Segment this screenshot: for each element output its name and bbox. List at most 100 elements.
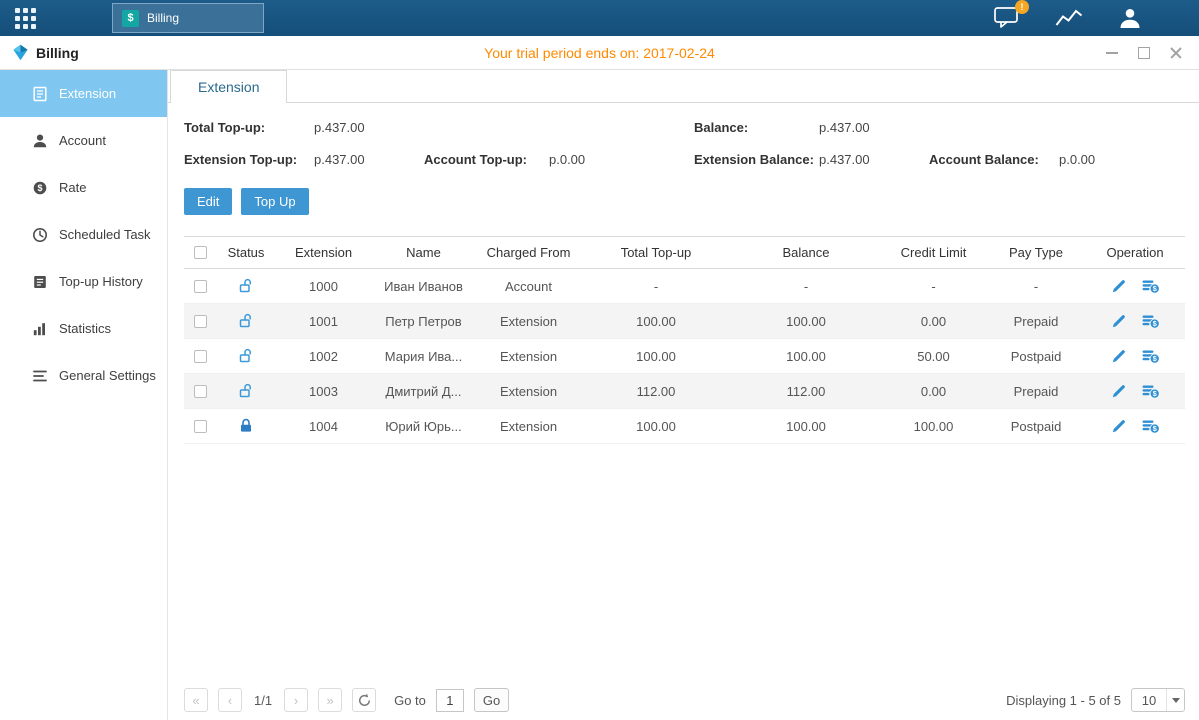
balance-cell: 100.00 — [731, 419, 881, 434]
topup-coins-icon[interactable]: $ — [1142, 279, 1160, 294]
credit-limit-cell: - — [881, 279, 986, 294]
header-operation: Operation — [1086, 245, 1184, 260]
sidebar-item-scheduled-task[interactable]: Scheduled Task — [0, 211, 167, 258]
maximize-icon[interactable] — [1137, 46, 1151, 60]
tab-label: Extension — [198, 79, 259, 95]
action-buttons: Edit Top Up — [168, 188, 1199, 215]
charged-from-value: Account — [476, 279, 581, 294]
sidebar: Extension Account $ Rate Scheduled Task — [0, 70, 168, 720]
billing-diamond-icon — [12, 44, 29, 61]
table-header: Status Extension Name Charged From Total… — [184, 236, 1185, 269]
os-topbar: $ Billing ! — [0, 0, 1199, 36]
sidebar-item-label: General Settings — [59, 368, 156, 383]
edit-pencil-icon[interactable] — [1111, 349, 1126, 364]
table-row: 1002 Мария Ива... Extension 100.00 100.0… — [184, 339, 1185, 374]
total-topup-cell: 100.00 — [581, 349, 731, 364]
row-checkbox[interactable] — [194, 315, 207, 328]
extension-icon — [32, 86, 48, 102]
page-size-select[interactable]: 10 — [1131, 688, 1185, 712]
table-row: 1001 Петр Петров Extension 100.00 100.00… — [184, 304, 1185, 339]
sidebar-item-extension[interactable]: Extension — [0, 70, 167, 117]
refresh-icon[interactable] — [352, 688, 376, 712]
goto-label: Go to — [394, 693, 426, 708]
header-name: Name — [371, 245, 476, 260]
sidebar-item-general-settings[interactable]: General Settings — [0, 352, 167, 399]
general-settings-icon — [32, 368, 48, 384]
unlocked-padlock-icon[interactable] — [238, 348, 254, 364]
last-page-button[interactable]: » — [318, 688, 342, 712]
header-balance: Balance — [731, 245, 881, 260]
sidebar-item-label: Statistics — [59, 321, 111, 336]
statistics-icon — [32, 321, 48, 337]
row-checkbox[interactable] — [194, 385, 207, 398]
next-page-button[interactable]: › — [284, 688, 308, 712]
charged-from-value: Extension — [476, 384, 581, 399]
topup-coins-icon[interactable]: $ — [1142, 384, 1160, 399]
sidebar-item-label: Extension — [59, 86, 116, 101]
header-credit-limit: Credit Limit — [881, 245, 986, 260]
topup-history-icon — [32, 274, 48, 290]
credit-limit-cell: 50.00 — [881, 349, 986, 364]
extension-number: 1002 — [276, 349, 371, 364]
messages-icon[interactable]: ! — [994, 7, 1020, 29]
displaying-text: Displaying 1 - 5 of 5 — [1006, 693, 1121, 708]
trial-notice: Your trial period ends on: 2017-02-24 — [0, 45, 1199, 61]
account-icon — [32, 133, 48, 149]
balance-cell: 100.00 — [731, 349, 881, 364]
unlocked-padlock-icon[interactable] — [238, 278, 254, 294]
edit-pencil-icon[interactable] — [1111, 279, 1126, 294]
select-all-checkbox[interactable] — [194, 246, 207, 259]
extension-number: 1000 — [276, 279, 371, 294]
extension-balance-value: p.437.00 — [819, 152, 870, 167]
balance-cell: - — [731, 279, 881, 294]
total-topup-value: p.437.00 — [314, 120, 365, 135]
sidebar-item-label: Top-up History — [59, 274, 143, 289]
topup-coins-icon[interactable]: $ — [1142, 349, 1160, 364]
topup-coins-icon[interactable]: $ — [1142, 419, 1160, 434]
page-indicator: 1/1 — [252, 693, 274, 708]
pay-type-cell: - — [986, 279, 1086, 294]
window-controls — [1105, 46, 1199, 60]
scheduled-task-icon — [32, 227, 48, 243]
edit-pencil-icon[interactable] — [1111, 384, 1126, 399]
user-icon[interactable] — [1118, 7, 1142, 29]
go-button[interactable]: Go — [474, 688, 509, 712]
top-up-button[interactable]: Top Up — [241, 188, 308, 215]
pay-type-cell: Prepaid — [986, 314, 1086, 329]
extension-number: 1004 — [276, 419, 371, 434]
line-chart-icon[interactable] — [1055, 8, 1083, 28]
row-checkbox[interactable] — [194, 420, 207, 433]
row-checkbox[interactable] — [194, 350, 207, 363]
minimize-icon[interactable] — [1105, 46, 1119, 60]
pagination-bar: « ‹ 1/1 › » Go to Go Displaying 1 - 5 of… — [184, 688, 1185, 712]
row-checkbox[interactable] — [194, 280, 207, 293]
edit-button[interactable]: Edit — [184, 188, 232, 215]
account-balance-value: p.0.00 — [1059, 152, 1095, 167]
sidebar-item-account[interactable]: Account — [0, 117, 167, 164]
billing-dollar-icon: $ — [122, 10, 139, 27]
apps-grid-icon[interactable] — [15, 8, 36, 29]
edit-pencil-icon[interactable] — [1111, 314, 1126, 329]
prev-page-button[interactable]: ‹ — [218, 688, 242, 712]
topup-coins-icon[interactable]: $ — [1142, 314, 1160, 329]
sidebar-item-rate[interactable]: $ Rate — [0, 164, 167, 211]
extension-balance-label: Extension Balance: — [694, 152, 814, 167]
unlocked-padlock-icon[interactable] — [238, 383, 254, 399]
goto-page-input[interactable] — [436, 689, 464, 712]
locked-padlock-icon[interactable] — [238, 418, 254, 434]
edit-pencil-icon[interactable] — [1111, 419, 1126, 434]
first-page-button[interactable]: « — [184, 688, 208, 712]
extension-name: Иван Иванов — [371, 279, 476, 294]
extension-table-body: 1000 Иван Иванов Account - - - - $ 1001 … — [184, 269, 1185, 444]
svg-text:$: $ — [37, 183, 42, 193]
chevron-down-icon — [1166, 689, 1184, 711]
unlocked-padlock-icon[interactable] — [238, 313, 254, 329]
sidebar-item-statistics[interactable]: Statistics — [0, 305, 167, 352]
charged-from-value: Extension — [476, 349, 581, 364]
sidebar-item-topup-history[interactable]: Top-up History — [0, 258, 167, 305]
tab-extension[interactable]: Extension — [170, 70, 287, 103]
credit-limit-cell: 0.00 — [881, 314, 986, 329]
topbar-tab-billing[interactable]: $ Billing — [112, 3, 264, 33]
window-titlebar: Billing Your trial period ends on: 2017-… — [0, 36, 1199, 70]
close-icon[interactable] — [1169, 46, 1183, 60]
